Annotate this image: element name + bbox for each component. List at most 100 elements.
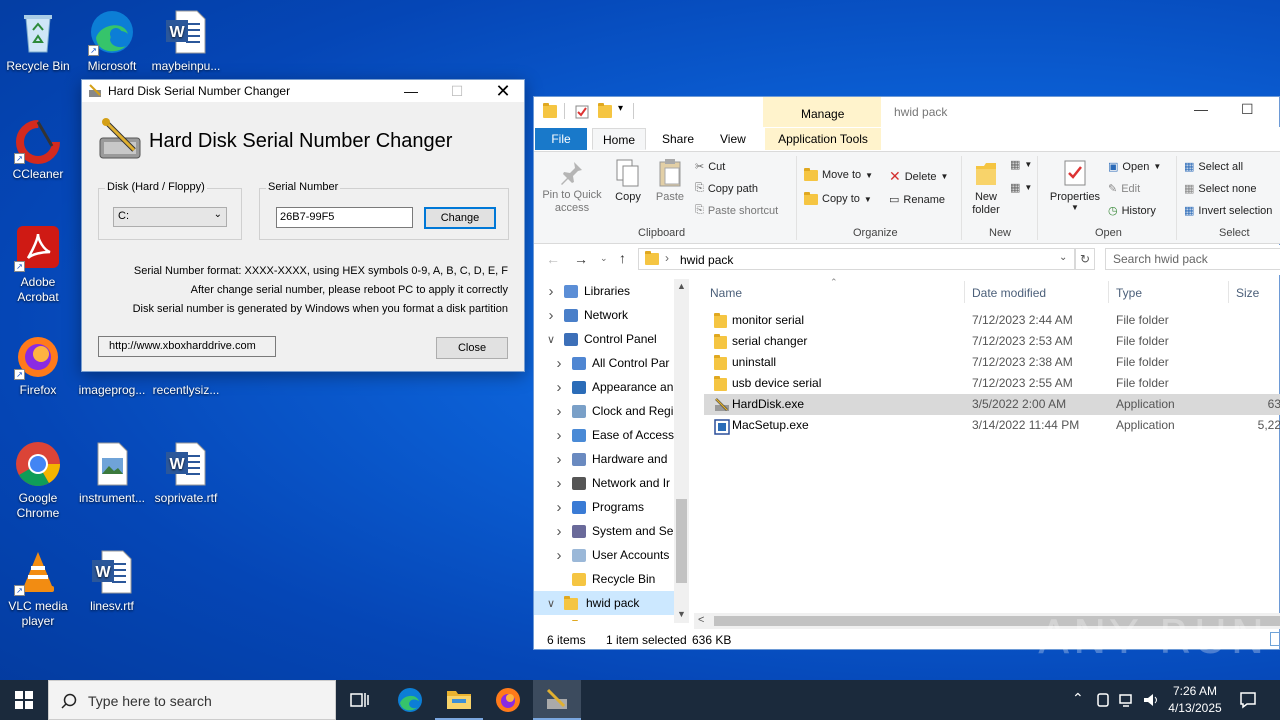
search-input[interactable]: Search hwid pack — [1105, 248, 1280, 270]
copy-to-button[interactable]: Copy to ▼ — [804, 191, 872, 205]
file-row[interactable]: uninstall 7/12/2023 2:38 AM File folder — [704, 352, 1280, 373]
chevron-right-icon[interactable]: › — [550, 475, 568, 492]
file-row[interactable]: MacSetup.exe 3/14/2022 11:44 PM Applicatio… — [704, 415, 1280, 436]
new-folder-button[interactable]: New folder — [966, 158, 1006, 217]
nav-item[interactable]: ∨ hwid pack — [534, 591, 674, 615]
nav-item[interactable]: › Ease of Access — [534, 423, 674, 447]
history-button[interactable]: ◷ History — [1108, 204, 1156, 218]
nav-item[interactable]: › Programs — [534, 495, 674, 519]
chevron-right-icon[interactable]: › — [550, 355, 568, 372]
select-none-button[interactable]: ▦ Select none — [1184, 182, 1257, 196]
close-window-button[interactable]: ✕ — [480, 80, 526, 102]
copy-path-button[interactable]: ⎘ Copy path — [695, 182, 758, 195]
desktop-icon-instrument[interactable]: instrument... — [74, 440, 150, 506]
desktop-icon-chrome[interactable]: Google Chrome — [0, 440, 76, 521]
chevron-right-icon[interactable]: › — [550, 403, 568, 420]
nav-item[interactable]: › All Control Par — [534, 351, 674, 375]
chevron-down-icon[interactable]: ∨ — [542, 597, 560, 610]
easy-access-icon[interactable]: ▦ ▼ — [1010, 181, 1032, 194]
clock[interactable]: 7:26 AM 4/13/2025 — [1164, 683, 1226, 717]
desktop-icon-acrobat[interactable]: ↗ Adobe Acrobat — [0, 224, 76, 305]
taskbar-edge[interactable] — [386, 680, 434, 720]
details-view-icon[interactable] — [1270, 632, 1280, 646]
explorer-titlebar[interactable]: ▾ Manage hwid pack — ☐ — [534, 97, 1280, 127]
nav-item[interactable]: Recycle Bin — [534, 567, 674, 591]
tab-view[interactable]: View — [710, 128, 756, 150]
new-item-icon[interactable]: ▦ ▼ — [1010, 158, 1032, 171]
refresh-button[interactable]: ↻ — [1075, 248, 1095, 270]
invert-selection-button[interactable]: ▦ Invert selection — [1184, 204, 1272, 218]
chevron-down-icon[interactable]: ▾ — [618, 103, 623, 114]
desktop-icon-ccleaner[interactable]: ↗ CCleaner — [0, 116, 76, 182]
volume-icon[interactable] — [1142, 691, 1160, 709]
nav-item[interactable]: › Appearance an — [534, 375, 674, 399]
back-icon[interactable]: ← — [546, 251, 560, 267]
manage-tab-header[interactable]: Manage — [763, 97, 881, 127]
nav-scrollbar[interactable]: ▲ ▼ — [674, 279, 689, 623]
nav-item[interactable]: › Network and Ir — [534, 471, 674, 495]
chevron-right-icon[interactable]: › — [550, 427, 568, 444]
open-button[interactable]: ▣ Open ▼ — [1108, 160, 1161, 174]
nav-item[interactable]: › Libraries — [534, 279, 674, 303]
tab-share[interactable]: Share — [652, 128, 704, 150]
chevron-right-icon[interactable]: › — [550, 499, 568, 516]
taskbar-hdd-serial-changer[interactable] — [533, 680, 581, 720]
chevron-down-icon[interactable]: ∨ — [542, 333, 560, 346]
chevron-right-icon[interactable]: › — [542, 307, 560, 324]
tab-application-tools[interactable]: Application Tools — [765, 128, 881, 150]
up-icon[interactable]: ↑ — [619, 250, 626, 266]
address-bar[interactable]: › hwid pack ⌄ — [638, 248, 1075, 270]
nav-item[interactable]: ∨ Control Panel — [534, 327, 674, 351]
maximize-button[interactable]: ☐ — [1241, 101, 1254, 118]
nav-item[interactable]: › Network — [534, 303, 674, 327]
desktop-icon-firefox[interactable]: ↗ Firefox — [0, 332, 76, 398]
taskbar-file-explorer[interactable] — [435, 680, 483, 720]
desktop-icon-vlc[interactable]: ↗ VLC media player — [0, 548, 76, 629]
paste-shortcut-button[interactable]: ⎘ Paste shortcut — [695, 204, 778, 217]
close-button[interactable]: Close — [436, 337, 508, 359]
rename-button[interactable]: ▭ Rename — [889, 193, 945, 207]
nav-item[interactable]: › User Accounts — [534, 543, 674, 567]
column-name[interactable]: Name — [710, 286, 742, 300]
file-row[interactable]: HardDisk.exe 3/5/2022 2:00 AM Application 6… — [704, 394, 1280, 415]
chevron-up-icon[interactable]: ⌃ — [1072, 690, 1084, 707]
task-view-button[interactable] — [336, 680, 384, 720]
start-button[interactable] — [0, 680, 48, 720]
minimize-button[interactable]: — — [1194, 101, 1208, 117]
nav-item[interactable]: monitor serial — [534, 615, 674, 621]
column-type[interactable]: Type — [1116, 286, 1142, 300]
maximize-button[interactable]: ☐ — [434, 80, 480, 102]
file-row[interactable]: monitor serial 7/12/2023 2:44 AM File fold… — [704, 310, 1280, 331]
tab-home[interactable]: Home — [592, 128, 647, 150]
chevron-right-icon[interactable]: › — [550, 451, 568, 468]
delete-button[interactable]: ✕ Delete ▼ — [889, 168, 948, 185]
chevron-right-icon[interactable]: › — [550, 523, 568, 540]
desktop-icon-linesv[interactable]: W linesv.rtf — [74, 548, 150, 614]
nav-item[interactable]: › System and Se — [534, 519, 674, 543]
desktop-icon-soprivate[interactable]: W soprivate.rtf — [148, 440, 224, 506]
chevron-right-icon[interactable]: › — [550, 547, 568, 564]
disk-select[interactable]: C: ⌄ — [113, 207, 227, 227]
tab-file[interactable]: File — [535, 128, 587, 150]
cut-button[interactable]: ✂ Cut — [695, 160, 725, 174]
paste-button[interactable]: Paste — [650, 158, 690, 203]
desktop-icon-recycle-bin[interactable]: Recycle Bin — [0, 8, 76, 74]
change-button[interactable]: Change — [424, 207, 496, 229]
nav-item[interactable]: › Hardware and — [534, 447, 674, 471]
properties-icon[interactable] — [575, 105, 589, 119]
file-row[interactable]: serial changer 7/12/2023 2:53 AM File fold… — [704, 331, 1280, 352]
nav-item[interactable]: › Clock and Regi — [534, 399, 674, 423]
pin-quick-access-button[interactable]: Pin to Quick access — [538, 160, 606, 215]
website-link[interactable]: http://www.xboxharddrive.com — [98, 336, 276, 357]
security-icon[interactable] — [1096, 692, 1110, 708]
minimize-button[interactable]: — — [388, 80, 434, 102]
desktop-icon-maybeinpu[interactable]: W maybeinpu... — [148, 8, 224, 74]
select-all-button[interactable]: ▦ Select all — [1184, 160, 1243, 174]
properties-button[interactable]: Properties ▼ — [1044, 158, 1106, 212]
network-icon[interactable] — [1119, 692, 1135, 708]
desktop-icon-edge[interactable]: ↗ Microsoft Edge — [74, 8, 150, 74]
edit-button[interactable]: ✎ Edit — [1108, 182, 1140, 196]
forward-icon[interactable]: → — [574, 251, 588, 267]
move-to-button[interactable]: Move to ▼ — [804, 167, 873, 181]
chevron-down-icon[interactable]: ⌄ — [600, 253, 608, 264]
